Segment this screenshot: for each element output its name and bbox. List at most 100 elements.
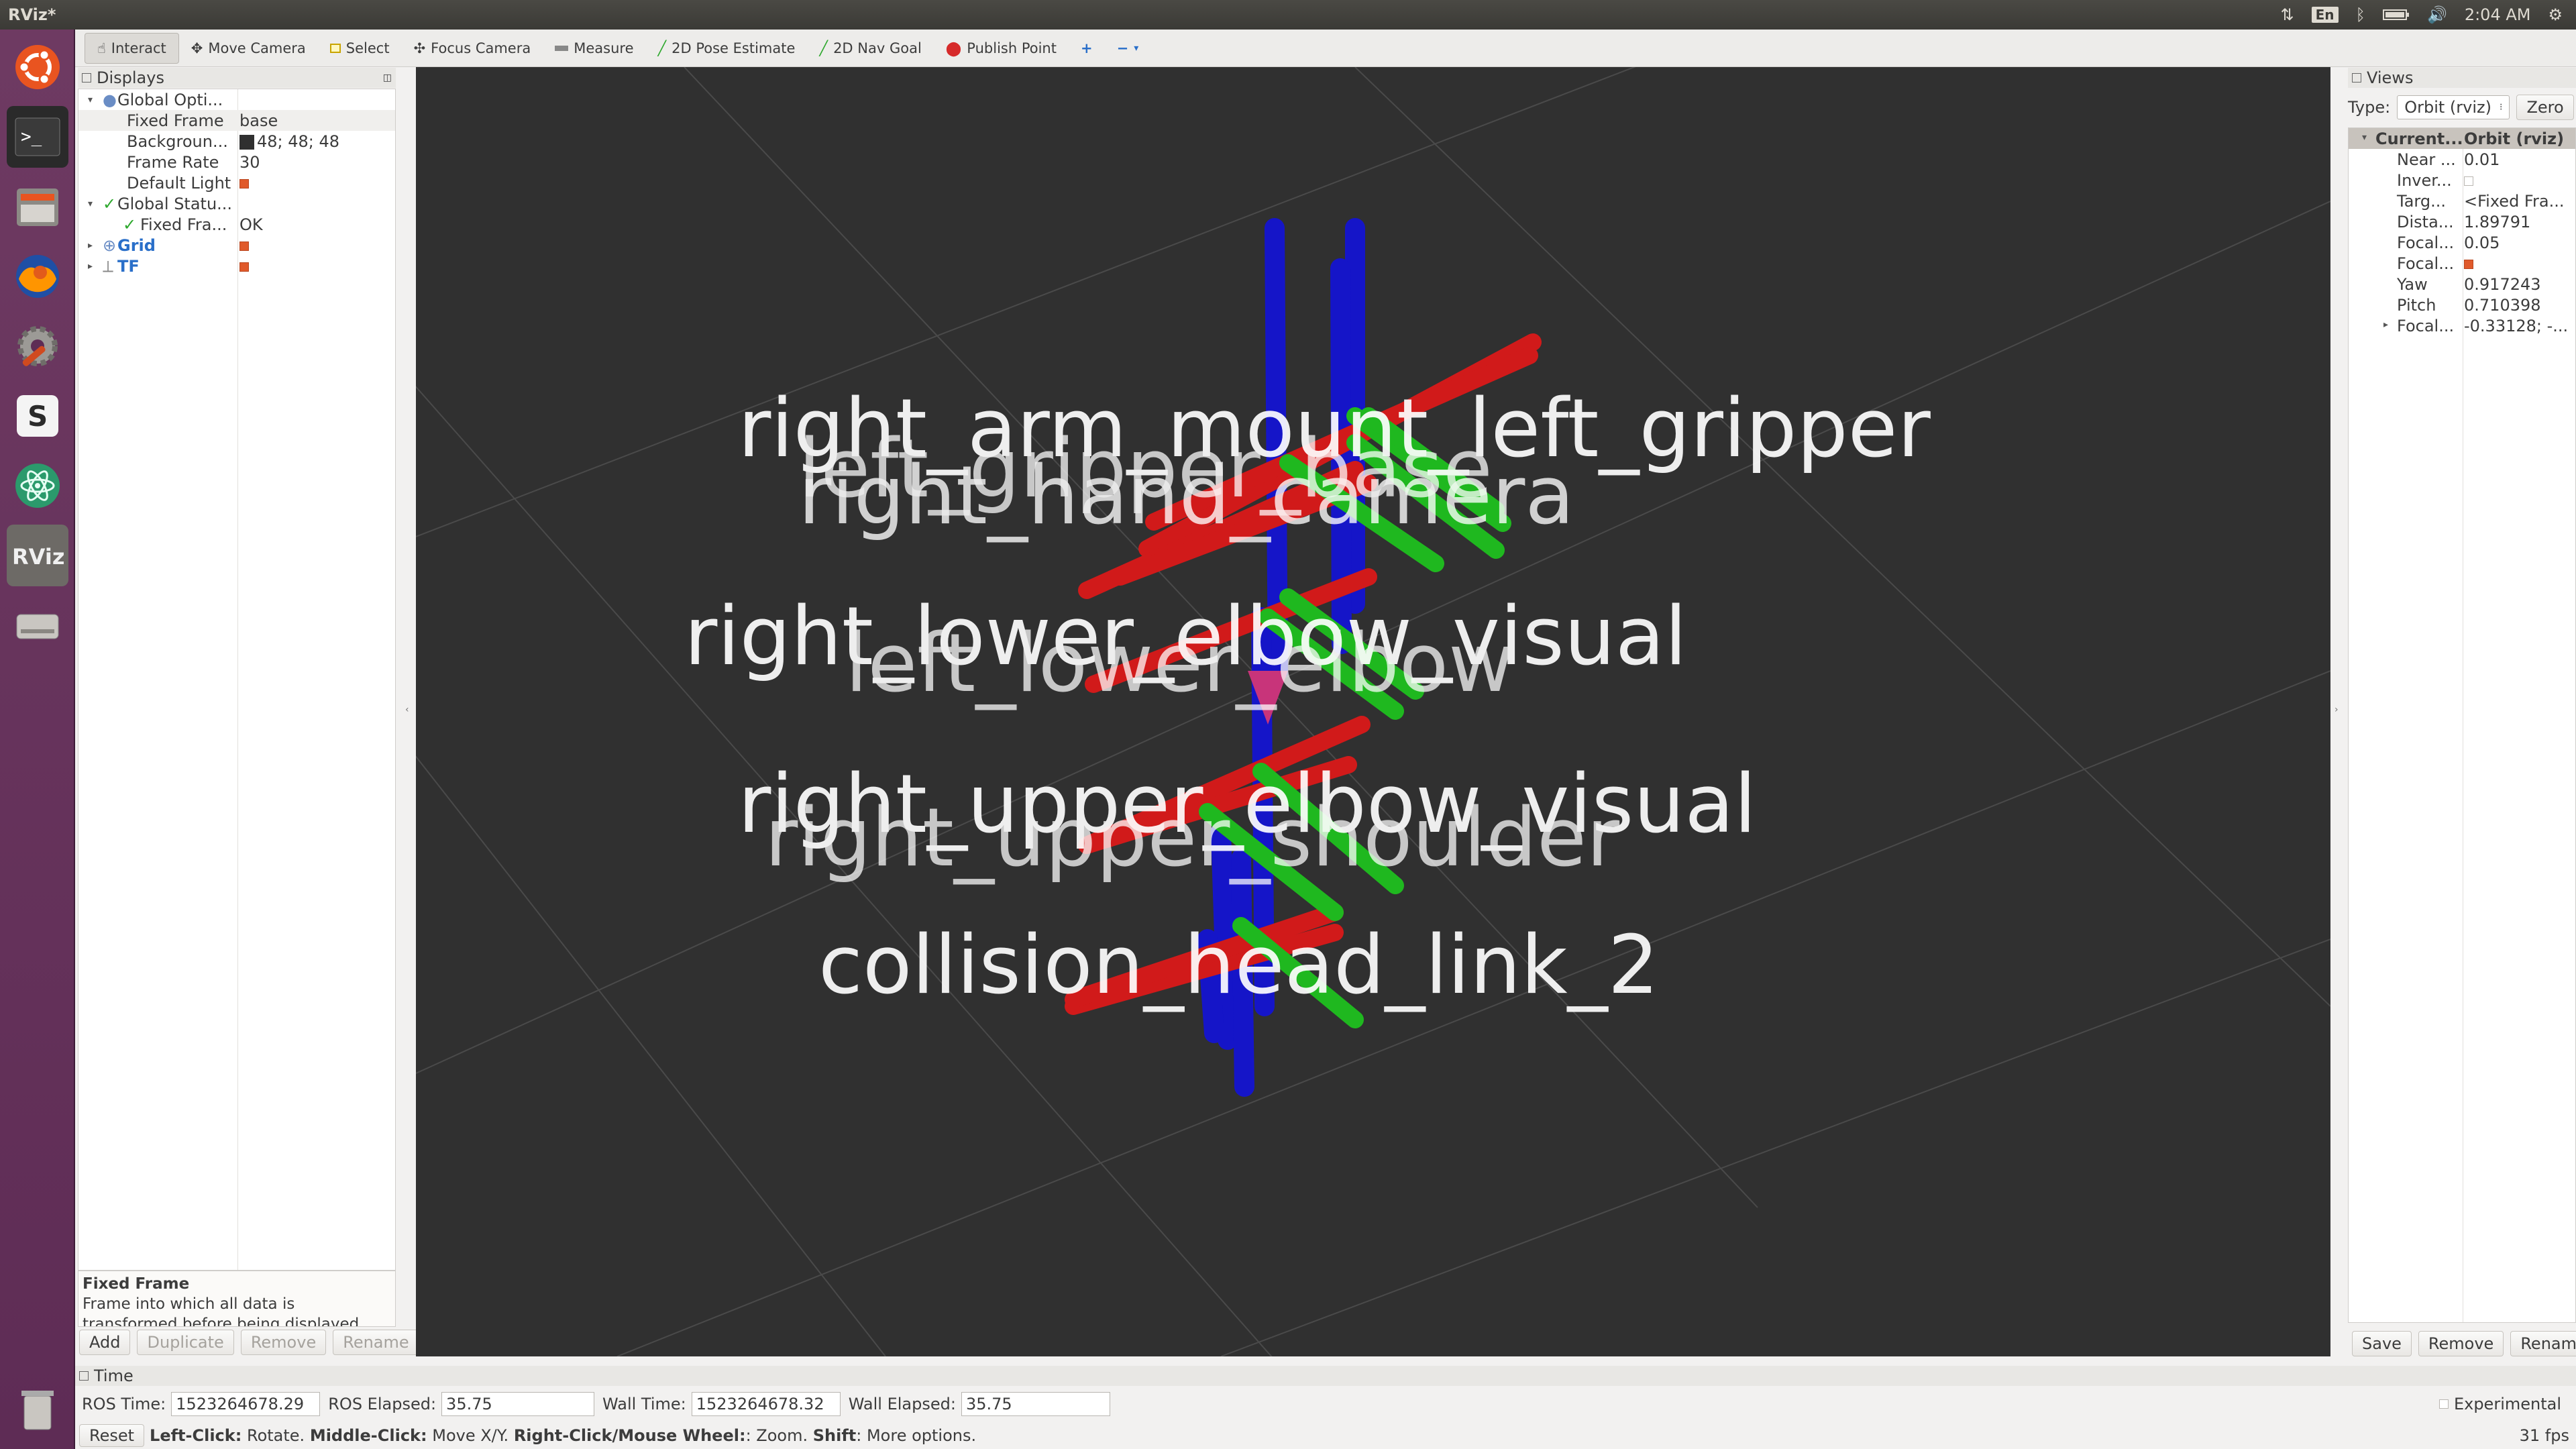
view-type-select[interactable]: Orbit (rviz) ⁝ — [2397, 95, 2510, 119]
interact-tool-button[interactable]: ☝ Interact — [85, 32, 179, 64]
add-tool-button[interactable]: + — [1069, 33, 1105, 64]
slack-icon[interactable]: S — [7, 385, 68, 447]
tree-row-default-light[interactable]: Default Light — [78, 172, 395, 193]
rename-display-button[interactable]: Rename — [333, 1330, 419, 1355]
focal-shape-checkbox[interactable] — [2464, 254, 2573, 273]
scene-svg: right_arm_mount_left_gripper left_grippe… — [416, 67, 2330, 1356]
tree-row-value[interactable]: 0.05 — [2464, 233, 2573, 252]
left-splitter-handle[interactable]: ‹ — [405, 704, 409, 715]
tree-row-value[interactable]: 30 — [239, 153, 260, 172]
remove-view-button[interactable]: Remove — [2418, 1331, 2504, 1356]
trash-icon[interactable] — [7, 1378, 68, 1440]
ros-time-label: ROS Time: — [82, 1395, 166, 1413]
tree-row-current-view[interactable]: ▾ Current... Orbit (rviz) — [2349, 128, 2575, 149]
tree-row-yaw[interactable]: Yaw 0.917243 — [2349, 274, 2575, 294]
time-panel-header: Time — [75, 1366, 2576, 1386]
drive-icon[interactable] — [7, 594, 68, 656]
tree-row-near-clip[interactable]: Near ... 0.01 — [2349, 149, 2575, 170]
wall-elapsed-label: Wall Elapsed: — [848, 1395, 956, 1413]
select-icon — [329, 43, 341, 53]
tree-row-pitch[interactable]: Pitch 0.710398 — [2349, 294, 2575, 315]
tree-row-value[interactable]: 48; 48; 48 — [239, 132, 339, 151]
expand-arrow-icon[interactable]: ▾ — [88, 95, 93, 105]
tree-row-fixed-frame-status[interactable]: ✓ Fixed Fra... OK — [78, 214, 395, 235]
tf-enabled-checkbox[interactable] — [239, 257, 249, 276]
measure-tool-button[interactable]: Measure — [543, 33, 645, 64]
battery-icon[interactable] — [2382, 8, 2410, 21]
tree-row-frame-rate[interactable]: Frame Rate 30 — [78, 152, 395, 172]
zero-button[interactable]: Zero — [2516, 95, 2574, 120]
terminal-icon[interactable]: >_ — [7, 106, 68, 168]
ros-elapsed-field[interactable]: 35.75 — [441, 1392, 595, 1416]
rename-view-button[interactable]: Rename — [2510, 1331, 2576, 1356]
ros-time-field[interactable]: 1523264678.29 — [171, 1392, 321, 1416]
tree-row-focal-point[interactable]: ▸ Focal... -0.33128; -... — [2349, 315, 2575, 336]
tree-row-fixed-frame[interactable]: Fixed Frame base — [78, 110, 395, 131]
type-label: Type: — [2348, 98, 2391, 117]
tree-row-value[interactable]: 1.89791 — [2464, 213, 2573, 231]
default-light-checkbox[interactable] — [239, 174, 249, 193]
pose-estimate-tool-button[interactable]: ╱ 2D Pose Estimate — [645, 33, 807, 64]
invert-checkbox[interactable] — [2464, 171, 2573, 190]
tree-row-grid[interactable]: ▸ ⊕ Grid — [78, 235, 395, 256]
remove-display-button[interactable]: Remove — [240, 1330, 327, 1355]
hand-icon: ☝ — [97, 40, 106, 56]
duplicate-display-button[interactable]: Duplicate — [137, 1330, 234, 1355]
tree-row-distance[interactable]: Dista... 1.89791 — [2349, 211, 2575, 232]
expand-arrow-icon[interactable]: ▸ — [88, 261, 93, 272]
volume-icon[interactable]: 🔊 — [2427, 5, 2447, 24]
save-view-button[interactable]: Save — [2352, 1331, 2412, 1356]
file-manager-icon[interactable] — [7, 176, 68, 237]
tree-row-value[interactable]: 0.917243 — [2464, 275, 2573, 294]
render-viewport[interactable]: right_arm_mount_left_gripper left_grippe… — [416, 67, 2330, 1356]
gear-icon[interactable]: ⚙ — [2548, 5, 2563, 24]
add-display-button[interactable]: Add — [79, 1330, 131, 1355]
tree-row-key: Frame Rate — [127, 152, 219, 172]
panel-close-icon[interactable]: ◫ — [383, 72, 392, 83]
wall-elapsed-field[interactable]: 35.75 — [961, 1392, 1110, 1416]
tree-row-global-status[interactable]: ▾ ✓ Global Statu... — [78, 193, 395, 214]
expand-arrow-icon[interactable]: ▾ — [88, 199, 93, 209]
keyboard-layout-indicator[interactable]: En — [2311, 7, 2339, 23]
tree-row-invert[interactable]: Inver... — [2349, 170, 2575, 191]
panel-icon — [82, 73, 91, 83]
tree-row-value[interactable]: -0.33128; -... — [2464, 317, 2573, 335]
bluetooth-icon[interactable]: ᛒ — [2356, 5, 2365, 24]
network-arrows-icon[interactable]: ⇅ — [2281, 5, 2294, 24]
remove-tool-button[interactable]: − ▾ — [1105, 33, 1151, 64]
tree-row-background[interactable]: Backgroun... 48; 48; 48 — [78, 131, 395, 152]
expand-arrow-icon[interactable]: ▾ — [2362, 132, 2367, 143]
expand-arrow-icon[interactable]: ▸ — [2383, 319, 2388, 330]
atom-editor-icon[interactable] — [7, 455, 68, 517]
ubuntu-logo-icon[interactable] — [7, 36, 68, 98]
select-tool-button[interactable]: Select — [318, 33, 402, 64]
tree-row-focal-size[interactable]: Focal... 0.05 — [2349, 232, 2575, 253]
system-settings-icon[interactable] — [7, 315, 68, 377]
experimental-toggle[interactable]: Experimental — [2438, 1395, 2561, 1413]
tree-row-value[interactable]: base — [239, 111, 278, 130]
publish-point-tool-button[interactable]: ⬤ Publish Point — [934, 33, 1069, 64]
tree-row-value[interactable]: 0.710398 — [2464, 296, 2573, 315]
tree-row-focal-shape[interactable]: Focal... — [2349, 253, 2575, 274]
nav-goal-tool-button[interactable]: ╱ 2D Nav Goal — [807, 33, 933, 64]
tree-row-value[interactable]: 0.01 — [2464, 150, 2573, 169]
wall-time-field[interactable]: 1523264678.32 — [691, 1392, 841, 1416]
move-camera-tool-button[interactable]: ✥ Move Camera — [179, 33, 318, 64]
unity-launcher: >_ S RViz — [0, 30, 75, 1449]
views-tree: ▾ Current... Orbit (rviz) Near ... 0.01 … — [2348, 127, 2576, 1323]
tree-row-global-options[interactable]: ▾ ● Global Opti... — [78, 89, 395, 110]
grid-enabled-checkbox[interactable] — [239, 236, 249, 255]
tree-row-target[interactable]: Targ... <Fixed Fra... — [2349, 191, 2575, 211]
tree-row-value[interactable]: <Fixed Fra... — [2464, 192, 2573, 211]
clock[interactable]: 2:04 AM — [2465, 5, 2531, 24]
experimental-checkbox[interactable] — [2438, 1399, 2449, 1409]
firefox-icon[interactable] — [7, 246, 68, 307]
expand-arrow-icon[interactable]: ▸ — [88, 240, 93, 251]
reset-button[interactable]: Reset — [79, 1424, 145, 1447]
views-panel-header: Views — [2348, 68, 2576, 88]
focus-camera-tool-button[interactable]: ✣ Focus Camera — [402, 33, 543, 64]
right-splitter-handle[interactable]: › — [2334, 704, 2339, 715]
rviz-icon[interactable]: RViz — [7, 525, 68, 586]
tree-row-tf[interactable]: ▸ ⟂ TF — [78, 256, 395, 276]
tree-row-key: Near ... — [2397, 150, 2456, 169]
